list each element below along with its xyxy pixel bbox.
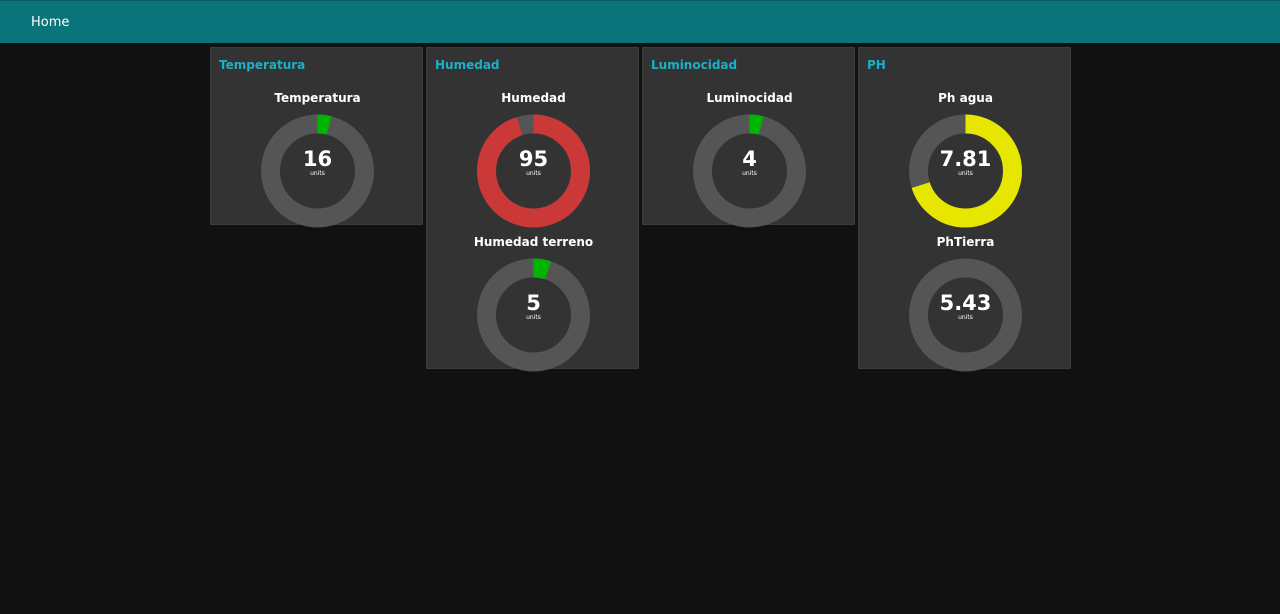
gauge-units: units: [958, 314, 973, 321]
top-toolbar: Home: [0, 0, 1280, 43]
gauge-value: 5.43: [939, 291, 992, 315]
gauge-units: units: [526, 314, 541, 321]
group-title: Luminocidad: [651, 58, 738, 72]
group-title: Humedad: [435, 58, 500, 72]
gauge-value: 4: [742, 147, 757, 171]
donut-gauge: Ph agua 7.81 units: [859, 91, 1072, 235]
gauge-units: units: [526, 170, 541, 177]
gauge-value: 5: [526, 291, 541, 315]
donut-gauge: PhTierra 5.43 units: [859, 235, 1072, 379]
group-humedad: Humedad Humedad 95 units Humedad terreno…: [426, 47, 640, 372]
gauge-units: units: [742, 170, 757, 177]
gauge-units: units: [310, 170, 325, 177]
gauge-value: 95: [518, 147, 549, 171]
donut-gauge: Humedad 95 units: [427, 91, 640, 235]
gauge-value: 7.81: [939, 147, 992, 171]
donut-gauge: Temperatura 16 units: [211, 91, 424, 235]
group-title: Temperatura: [219, 58, 306, 72]
group-temperatura: Temperatura Temperatura 16 units: [210, 47, 423, 228]
gauge-units: units: [958, 170, 973, 177]
page-title: Home: [31, 15, 70, 30]
donut-gauge: Humedad terreno 5 units: [427, 235, 640, 379]
group-title: PH: [867, 58, 886, 72]
group-ph: PH Ph agua 7.81 units PhTierra 5.43 unit…: [858, 47, 1072, 372]
donut-gauge: Luminocidad 4 units: [643, 91, 856, 235]
group-luminocidad: Luminocidad Luminocidad 4 units: [642, 47, 855, 228]
gauge-value: 16: [302, 147, 333, 171]
